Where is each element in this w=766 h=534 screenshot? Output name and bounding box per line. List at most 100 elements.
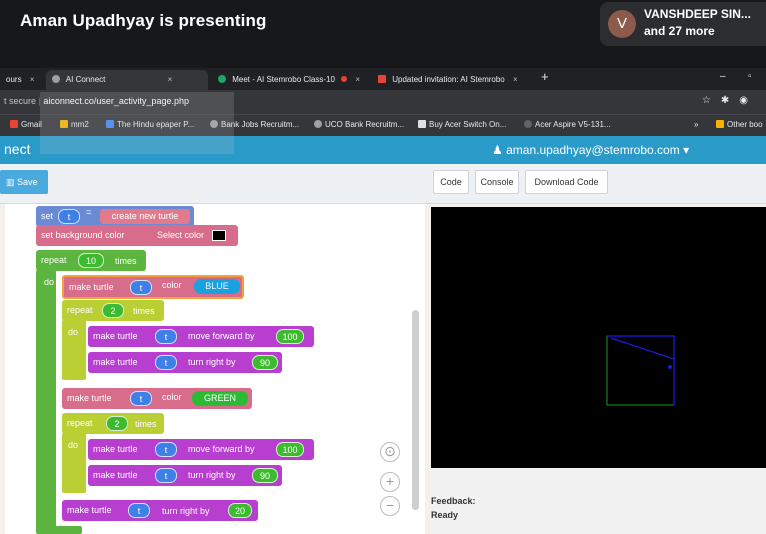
block-text: make turtle [93, 470, 138, 480]
angle-field[interactable]: 90 [252, 355, 278, 370]
feedback-label: Feedback: [431, 496, 476, 506]
color-field[interactable]: GREEN [192, 391, 248, 406]
variable-field[interactable]: t [128, 503, 150, 518]
bookmark-acer-aspire[interactable]: Acer Aspire V5-131... [524, 120, 611, 129]
color-field[interactable]: BLUE [194, 279, 240, 294]
block-text: set background color [41, 230, 125, 240]
variable-field[interactable]: t [58, 209, 80, 224]
tab-label: ours [6, 75, 22, 84]
editor-toolbar: ▥ Save Code Console Download Code [0, 164, 766, 204]
color-label: color [162, 280, 182, 290]
repeat-count-field[interactable]: 10 [78, 253, 104, 268]
workspace-scrollbar[interactable] [412, 310, 419, 510]
zoom-in-icon[interactable]: + [380, 472, 400, 492]
block-keyword: repeat [67, 418, 93, 428]
participant-name: VANSHDEEP SIN... [644, 7, 751, 21]
tab-ai-connect[interactable]: AI Connect × [46, 70, 208, 90]
bookmark-label: Gmail [21, 120, 42, 129]
screen-share-ghost [40, 92, 234, 154]
turn-right-label: turn right by [188, 470, 236, 480]
feedback-status: Ready [431, 510, 459, 520]
tab-label: Updated invitation: AI Stemrobo [392, 75, 505, 84]
globe-icon [524, 120, 532, 128]
tab-meet[interactable]: Meet - AI Stemrobo Class-10 × [212, 70, 368, 90]
block-text: make turtle [69, 282, 114, 292]
folder-icon [716, 120, 724, 128]
turtle-cursor [668, 365, 672, 369]
do-label: do [68, 327, 79, 337]
tab-download-code[interactable]: Download Code [525, 170, 608, 194]
angle-field[interactable]: 20 [228, 503, 252, 518]
participants-card[interactable]: V VANSHDEEP SIN... and 27 more [600, 2, 766, 46]
globe-icon [314, 120, 322, 128]
block-keyword: repeat [41, 255, 67, 265]
user-icon: ♟ [492, 143, 503, 157]
close-icon[interactable]: × [168, 75, 173, 84]
tab-invitation[interactable]: Updated invitation: AI Stemrobo × [372, 70, 532, 90]
repeat-outer-footer [36, 526, 82, 534]
block-text: make turtle [67, 505, 112, 515]
bookmark-other[interactable]: Other boo [716, 120, 763, 129]
bookmark-uco[interactable]: UCO Bank Recruitm... [314, 120, 404, 129]
block-keyword: set [41, 211, 54, 221]
app-brand: nect [4, 141, 31, 157]
create-turtle-block[interactable]: create new turtle [100, 209, 190, 224]
bookmark-label: Acer Aspire V5-131... [535, 120, 611, 129]
angle-field[interactable]: 90 [252, 468, 278, 483]
equals-label: = [86, 207, 92, 217]
feedback-panel: Feedback: Ready [431, 468, 766, 534]
close-icon[interactable]: × [355, 75, 360, 84]
times-label: times [115, 256, 137, 266]
extensions-icon[interactable]: ✱ [721, 95, 739, 106]
do-label: do [44, 277, 55, 287]
repeat-count-field[interactable]: 2 [106, 416, 128, 431]
close-icon[interactable]: × [513, 75, 518, 84]
variable-field[interactable]: t [155, 329, 177, 344]
security-label: t secure [4, 96, 37, 106]
bookmark-acer-switch[interactable]: Buy Acer Switch On... [418, 120, 506, 129]
bookmark-label: UCO Bank Recruitm... [325, 120, 405, 129]
globe-icon [52, 75, 60, 83]
distance-field[interactable]: 100 [276, 442, 304, 457]
zoom-out-icon[interactable]: − [380, 496, 400, 516]
color-swatch[interactable] [212, 230, 226, 241]
maximize-icon[interactable]: ▫ [748, 71, 752, 82]
bookmark-label: Other boo [727, 120, 763, 129]
meet-icon [218, 75, 226, 83]
do-label: do [68, 440, 79, 450]
block-keyword: repeat [67, 305, 93, 315]
save-button[interactable]: ▥ Save [0, 170, 48, 194]
set-background-block[interactable]: set background color [36, 225, 238, 246]
close-icon[interactable]: × [30, 75, 35, 84]
move-forward-label: move forward by [188, 444, 255, 454]
variable-field[interactable]: t [130, 391, 152, 406]
star-icon[interactable]: ☆ [702, 95, 721, 106]
recenter-icon[interactable]: ⊙ [380, 442, 400, 462]
save-icon: ▥ [6, 177, 18, 187]
variable-field[interactable]: t [155, 442, 177, 457]
user-menu[interactable]: ♟ aman.upadhyay@stemrobo.com ▾ [492, 143, 689, 157]
tab-code[interactable]: Code [433, 170, 469, 194]
profile-icon[interactable]: ◉ [739, 95, 758, 106]
turn-right-label: turn right by [188, 357, 236, 367]
repeat-count-field[interactable]: 2 [102, 303, 124, 318]
minimize-icon[interactable]: – [720, 71, 726, 82]
gmail-icon [378, 75, 386, 83]
distance-field[interactable]: 100 [276, 329, 304, 344]
variable-field[interactable]: t [155, 355, 177, 370]
tab-console[interactable]: Console [475, 170, 519, 194]
bookmark-gmail[interactable]: Gmail [10, 120, 42, 129]
variable-field[interactable]: t [155, 468, 177, 483]
new-tab-button[interactable]: + [541, 69, 549, 84]
presenting-title: Aman Upadhyay is presenting [20, 11, 267, 30]
variable-field[interactable]: t [130, 280, 152, 295]
turtle-drawing [606, 335, 675, 406]
block-text: make turtle [93, 444, 138, 454]
block-text: make turtle [93, 357, 138, 367]
recording-dot-icon [341, 76, 348, 82]
times-label: times [135, 419, 157, 429]
tab-ours[interactable]: ours × [0, 70, 44, 90]
color-label: color [162, 392, 182, 402]
bookmarks-more[interactable]: » [694, 120, 698, 129]
bookmark-label: Buy Acer Switch On... [429, 120, 507, 129]
